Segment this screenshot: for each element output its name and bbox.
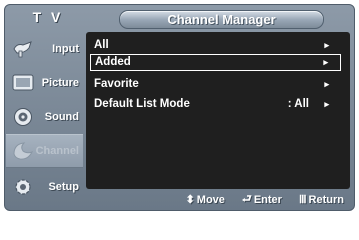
menu-panel: All ▸ Added ▸ Favorite ▸ Default List Mo… xyxy=(86,32,350,189)
footer-hints: ⬍ Move ⮐ Enter Ⅲ Return xyxy=(86,190,350,209)
setup-icon xyxy=(11,176,35,198)
chevron-right-icon: ▸ xyxy=(323,57,328,67)
page-title: Channel Manager xyxy=(119,10,324,29)
menu-item-value: : All xyxy=(287,98,309,110)
sidebar-item-label: Picture xyxy=(41,77,79,89)
menu-item-favorite[interactable]: Favorite ▸ xyxy=(90,76,341,93)
enter-icon: ⮐ xyxy=(241,193,252,205)
move-hint: ⬍ Move xyxy=(185,193,225,207)
sidebar-item-label: Setup xyxy=(48,181,79,193)
input-icon xyxy=(11,38,35,60)
move-hint-label: Move xyxy=(196,193,225,206)
picture-icon xyxy=(11,72,35,94)
sidebar-item-picture[interactable]: Picture xyxy=(6,66,83,100)
chevron-right-icon: ▸ xyxy=(324,79,329,89)
sidebar-item-label: Sound xyxy=(44,111,79,123)
menu-item-added[interactable]: Added ▸ xyxy=(90,54,341,71)
menu-item-label: All xyxy=(94,39,109,51)
enter-hint: ⮐ Enter xyxy=(242,190,282,209)
enter-hint-label: Enter xyxy=(253,193,282,206)
menu-item-label: Added xyxy=(95,56,131,68)
sidebar-item-sound[interactable]: Sound xyxy=(6,100,83,134)
tv-osd-screen: T V Channel Manager Input Picture Sound … xyxy=(0,0,359,215)
tv-label: T V xyxy=(32,9,64,25)
chevron-right-icon: ▸ xyxy=(324,99,329,109)
return-hint-label: Return xyxy=(308,193,344,206)
menu-item-all[interactable]: All ▸ xyxy=(90,37,341,54)
channel-icon xyxy=(11,140,35,162)
sidebar-item-label: Channel xyxy=(35,145,79,157)
sidebar-item-setup[interactable]: Setup xyxy=(6,170,83,204)
menu-item-label: Default List Mode xyxy=(94,98,190,110)
menu-item-default-list-mode[interactable]: Default List Mode : All ▸ xyxy=(90,96,341,113)
return-icon: Ⅲ xyxy=(298,194,307,206)
updown-arrows-icon: ⬍ xyxy=(185,194,195,206)
return-hint: Ⅲ Return xyxy=(298,193,344,207)
sidebar-item-input[interactable]: Input xyxy=(6,32,83,66)
sound-icon xyxy=(11,106,35,128)
menu-item-label: Favorite xyxy=(94,78,139,90)
sidebar-item-label: Input xyxy=(52,43,79,55)
sidebar-item-channel[interactable]: Channel xyxy=(6,134,83,168)
chevron-right-icon: ▸ xyxy=(324,40,329,50)
